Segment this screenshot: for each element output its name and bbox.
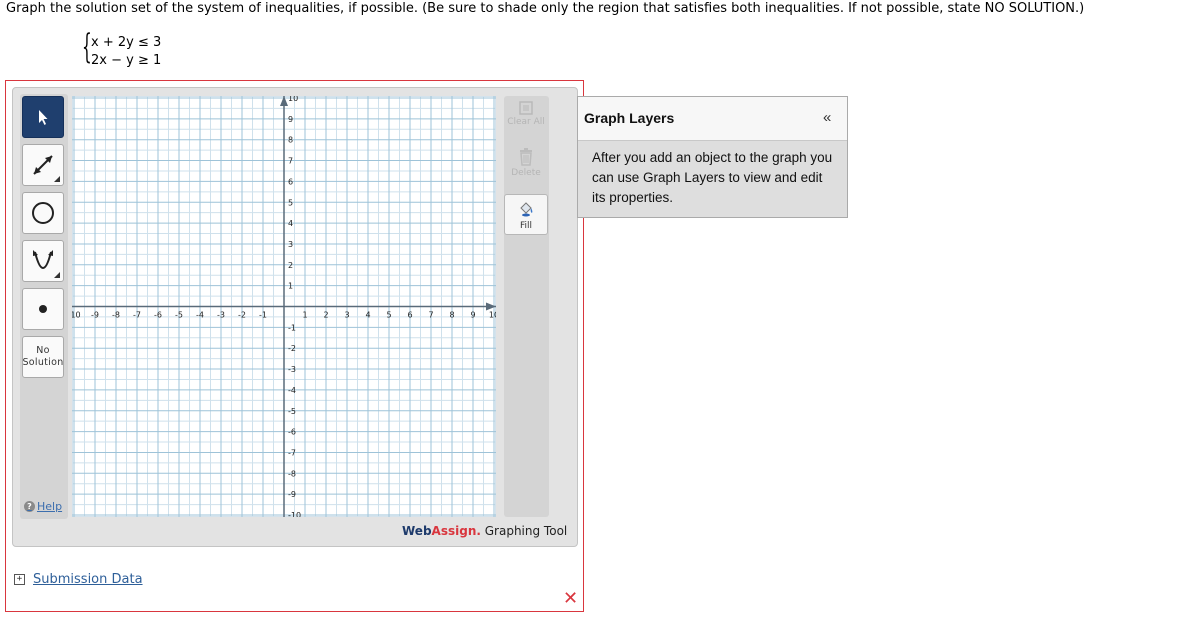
x-tick-label: 7	[428, 311, 433, 320]
y-tick-label: -2	[288, 344, 296, 353]
y-tick-label: 3	[288, 240, 293, 249]
incorrect-mark-icon: ✕	[563, 588, 579, 609]
y-tick-label: -10	[288, 511, 301, 517]
pointer-tool[interactable]	[22, 96, 64, 138]
x-tick-label: 10	[489, 311, 496, 320]
brand-rest: Graphing Tool	[480, 524, 568, 538]
help-label: Help	[37, 500, 63, 513]
y-tick-label: -3	[288, 365, 296, 374]
x-tick-label: -2	[238, 311, 246, 320]
fill-label: Fill	[519, 221, 533, 231]
graph-layers-header: Graph Layers «	[578, 97, 847, 141]
graph-layers-description: After you add an object to the graph you…	[592, 150, 833, 205]
y-tick-label: 2	[288, 261, 293, 270]
expand-icon: +	[14, 574, 25, 585]
help-icon: ?	[24, 501, 35, 512]
line-tool[interactable]	[22, 144, 64, 186]
paint-bucket-icon	[520, 202, 533, 217]
question-text: Graph the solution set of the system of …	[6, 1, 1085, 16]
y-tick-label: 8	[288, 136, 293, 145]
circle-tool[interactable]	[22, 192, 64, 234]
y-tick-label: -4	[288, 386, 296, 395]
y-tick-label: 5	[288, 198, 293, 207]
webassign-branding: WebAssign. Graphing Tool	[402, 524, 567, 538]
collapse-layers-button[interactable]: «	[823, 109, 831, 126]
x-tick-label: -7	[133, 311, 141, 320]
circle-icon	[32, 202, 54, 224]
x-tick-label: -3	[217, 311, 225, 320]
y-tick-label: 4	[288, 219, 293, 228]
clear-all-label: Clear All	[507, 117, 545, 127]
x-tick-label: 6	[407, 311, 412, 320]
x-tick-label: 9	[470, 311, 475, 320]
x-tick-label: -4	[196, 311, 204, 320]
coordinate-grid[interactable]: -10 -9 -8 -7 -6 -5 -4 -3 -2 -1 1 2 3 4 5 6 7 8 9 10 10 9 8 7 6 5 4…	[67, 94, 499, 520]
y-tick-label: -8	[288, 469, 296, 478]
x-tick-label: 4	[365, 311, 370, 320]
graph-layers-panel: Graph Layers « After you add an object t…	[577, 96, 848, 218]
submission-data-link: Submission Data	[33, 572, 143, 587]
inequality-1: x + 2y ≤ 3	[91, 35, 162, 50]
no-solution-label-2: Solution	[22, 357, 64, 368]
arrow-pointer-icon	[39, 110, 48, 125]
y-tick-label: -5	[288, 407, 296, 416]
parabola-tool[interactable]	[22, 240, 64, 282]
no-solution-button[interactable]: No Solution	[22, 336, 64, 378]
y-tick-label: 6	[288, 177, 293, 186]
x-tick-label: -9	[91, 311, 99, 320]
brand-web: Web	[402, 524, 432, 538]
x-tick-label: -1	[259, 311, 267, 320]
submenu-indicator	[54, 176, 60, 182]
x-tick-label: 1	[302, 311, 307, 320]
delete-label: Delete	[511, 168, 541, 178]
submenu-indicator	[54, 272, 60, 278]
x-tick-label: -8	[112, 311, 120, 320]
clear-all-icon	[519, 101, 533, 115]
help-link[interactable]: ? Help	[24, 500, 62, 513]
y-tick-label: -6	[288, 428, 296, 437]
inequality-2: 2x − y ≥ 1	[91, 53, 162, 68]
delete-button[interactable]: Delete	[504, 148, 548, 178]
x-tick-label: 3	[344, 311, 349, 320]
x-tick-label: 5	[386, 311, 391, 320]
y-tick-label: 9	[288, 115, 293, 124]
y-tick-label: -1	[288, 323, 296, 332]
graph-layers-title: Graph Layers	[584, 110, 675, 126]
fill-button[interactable]: Fill	[504, 194, 548, 235]
y-tick-label: 7	[288, 157, 293, 166]
y-tick-label: -9	[288, 490, 296, 499]
x-tick-label: -6	[154, 311, 162, 320]
x-tick-label: -5	[175, 311, 183, 320]
x-tick-label: 8	[449, 311, 454, 320]
y-tick-label: -7	[288, 448, 296, 457]
no-solution-label-1: No	[36, 345, 50, 356]
submission-data-toggle[interactable]: + Submission Data	[14, 572, 143, 587]
brand-assign: Assign.	[431, 524, 481, 538]
x-tick-label: -10	[72, 311, 81, 320]
graph-canvas[interactable]: -10 -9 -8 -7 -6 -5 -4 -3 -2 -1 1 2 3 4 5 6 7 8 9 10 10 9 8 7 6 5 4…	[67, 94, 499, 520]
clear-all-button[interactable]: Clear All	[504, 100, 548, 127]
point-icon	[39, 305, 47, 313]
trash-icon	[520, 148, 532, 166]
y-tick-label: 10	[288, 96, 298, 103]
point-tool[interactable]	[22, 288, 64, 330]
x-tick-label: 2	[323, 311, 328, 320]
y-tick-label: 1	[288, 282, 293, 291]
